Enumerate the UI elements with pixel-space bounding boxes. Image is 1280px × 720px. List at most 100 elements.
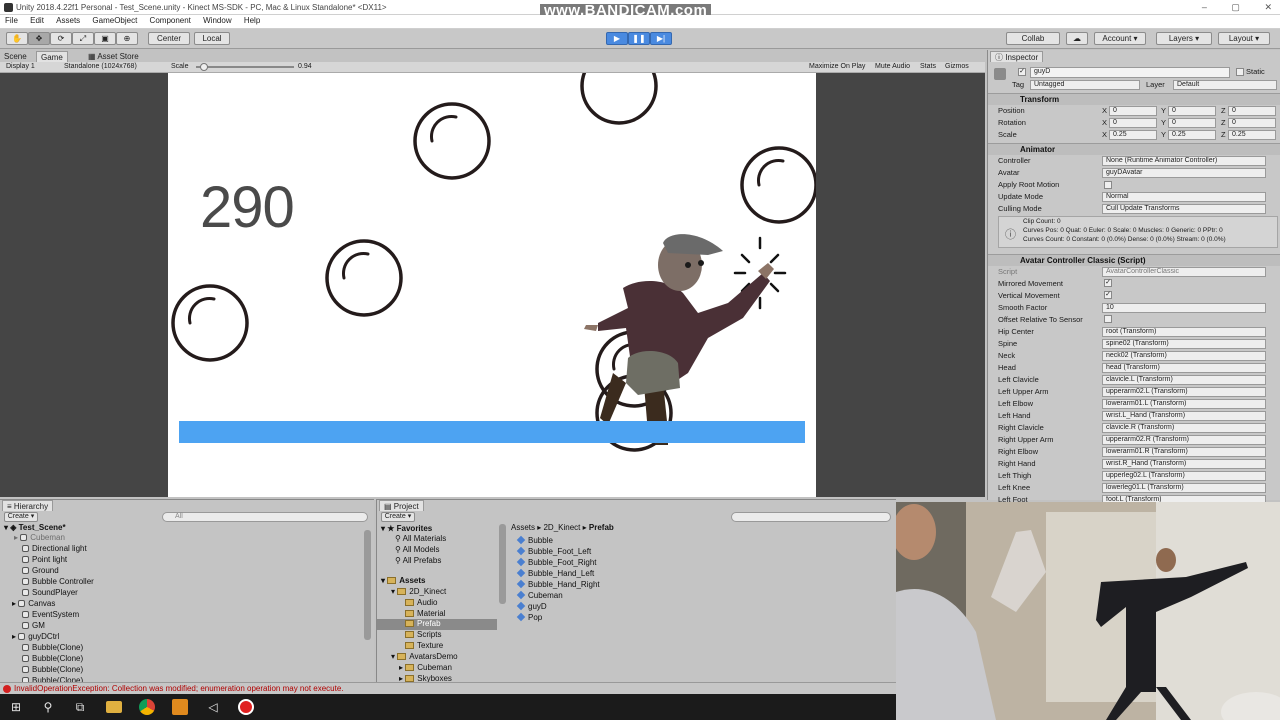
asset-item[interactable]: Pop: [516, 612, 542, 623]
scale-slider-handle[interactable]: [200, 63, 208, 71]
hierarchy-item[interactable]: Directional light: [22, 544, 87, 554]
hierarchy-item[interactable]: GM: [22, 621, 45, 631]
chrome-icon[interactable]: [139, 699, 155, 715]
bone-field-spine[interactable]: spine02 (Transform): [1102, 339, 1266, 349]
menu-file[interactable]: File: [0, 15, 23, 25]
bone-field-right-clavicle[interactable]: clavicle.R (Transform): [1102, 423, 1266, 433]
pivot-local-button[interactable]: Local: [194, 32, 230, 45]
rect-tool-button[interactable]: ▣: [94, 32, 116, 45]
bone-field-left-clavicle[interactable]: clavicle.L (Transform): [1102, 375, 1266, 385]
asset-item[interactable]: guyD: [516, 601, 547, 612]
rotation-x-field[interactable]: 0: [1109, 118, 1157, 128]
hierarchy-item[interactable]: ▸ Cubeman: [14, 533, 65, 543]
menu-help[interactable]: Help: [239, 15, 265, 25]
menu-edit[interactable]: Edit: [25, 15, 49, 25]
bone-field-neck[interactable]: neck02 (Transform): [1102, 351, 1266, 361]
asset-item[interactable]: Bubble_Foot_Left: [516, 546, 591, 557]
hierarchy-item[interactable]: Bubble(Clone): [22, 654, 83, 664]
hierarchy-item[interactable]: Ground: [22, 566, 59, 576]
hierarchy-scrollbar[interactable]: [364, 530, 371, 640]
hierarchy-item[interactable]: Bubble(Clone): [22, 665, 83, 675]
hierarchy-item[interactable]: EventSystem: [22, 610, 79, 620]
favorite-item[interactable]: ⚲ All Materials: [395, 534, 446, 544]
search-icon[interactable]: ⚲: [40, 699, 56, 715]
tab-game[interactable]: Game: [36, 51, 68, 62]
menu-assets[interactable]: Assets: [51, 15, 85, 25]
bone-field-head[interactable]: head (Transform): [1102, 363, 1266, 373]
cloud-button[interactable]: ☁: [1066, 32, 1088, 45]
bone-field-left-upper-arm[interactable]: upperarm02.L (Transform): [1102, 387, 1266, 397]
menu-component[interactable]: Component: [145, 15, 196, 25]
transform-header[interactable]: Transform: [988, 93, 1280, 105]
tag-dropdown[interactable]: Untagged: [1030, 80, 1140, 90]
folder-item[interactable]: Texture: [405, 641, 443, 651]
tab-inspector[interactable]: ⓘ Inspector: [990, 51, 1044, 62]
rotation-y-field[interactable]: 0: [1168, 118, 1216, 128]
position-z-field[interactable]: 0: [1228, 106, 1276, 116]
position-y-field[interactable]: 0: [1168, 106, 1216, 116]
collab-button[interactable]: Collab: [1006, 32, 1060, 45]
move-tool-button[interactable]: ✥: [28, 32, 50, 45]
hierarchy-create-button[interactable]: Create ▾: [4, 512, 38, 522]
object-name-input[interactable]: guyD: [1030, 67, 1230, 78]
hierarchy-item[interactable]: Bubble(Clone): [22, 643, 83, 653]
asset-item[interactable]: Bubble_Hand_Left: [516, 568, 594, 579]
step-button[interactable]: ▶|: [650, 32, 672, 45]
hierarchy-search-input[interactable]: All: [162, 512, 368, 522]
rotate-tool-button[interactable]: ⟳: [50, 32, 72, 45]
menu-gameobject[interactable]: GameObject: [87, 15, 142, 25]
file-explorer-icon[interactable]: [106, 701, 122, 713]
folder-item[interactable]: ▸ Cubeman: [399, 663, 452, 673]
project-create-button[interactable]: Create ▾: [381, 512, 415, 522]
asset-item[interactable]: Cubeman: [516, 590, 563, 601]
favorite-item[interactable]: ⚲ All Prefabs: [395, 556, 441, 566]
game-canvas[interactable]: 290: [168, 73, 816, 497]
folder-item[interactable]: Audio: [405, 598, 437, 608]
update-mode-dropdown[interactable]: Normal: [1102, 192, 1266, 202]
folder-item[interactable]: Material: [405, 609, 445, 619]
bandicam-record-icon[interactable]: [238, 699, 254, 715]
unity-icon[interactable]: ◁: [205, 699, 221, 715]
tab-hierarchy[interactable]: ≡ Hierarchy: [2, 500, 54, 511]
scale-slider[interactable]: [196, 66, 294, 68]
culling-mode-dropdown[interactable]: Cull Update Transforms: [1102, 204, 1266, 214]
favorite-item[interactable]: ⚲ All Models: [395, 545, 440, 555]
sublime-icon[interactable]: [172, 699, 188, 715]
bone-field-left-knee[interactable]: lowerleg01.L (Transform): [1102, 483, 1266, 493]
pivot-center-button[interactable]: Center: [148, 32, 190, 45]
folder-item[interactable]: ▾ 2D_Kinect: [391, 587, 446, 597]
bone-field-left-hand[interactable]: wrist.L_Hand (Transform): [1102, 411, 1266, 421]
scale-x-field[interactable]: 0.25: [1109, 130, 1157, 140]
menu-window[interactable]: Window: [198, 15, 236, 25]
avatar-field[interactable]: guyDAvatar: [1102, 168, 1266, 178]
account-dropdown[interactable]: Account ▾: [1094, 32, 1146, 45]
bone-field-left-elbow[interactable]: lowerarm01.L (Transform): [1102, 399, 1266, 409]
resolution-dropdown[interactable]: Standalone (1024x768): [64, 63, 137, 70]
scale-z-field[interactable]: 0.25: [1228, 130, 1276, 140]
project-search-input[interactable]: [731, 512, 891, 522]
stats-toggle[interactable]: Stats: [920, 63, 936, 70]
hierarchy-item[interactable]: Point light: [22, 555, 67, 565]
apply-root-motion-checkbox[interactable]: [1104, 181, 1112, 189]
display-dropdown[interactable]: Display 1: [6, 63, 35, 70]
hand-tool-button[interactable]: ✋: [6, 32, 28, 45]
controller-field[interactable]: None (Runtime Animator Controller): [1102, 156, 1266, 166]
layer-dropdown[interactable]: Default: [1173, 80, 1277, 90]
transform-tool-button[interactable]: ⊕: [116, 32, 138, 45]
folder-item[interactable]: Scripts: [405, 630, 441, 640]
bone-field-right-upper-arm[interactable]: upperarm02.R (Transform): [1102, 435, 1266, 445]
maximize-on-play-toggle[interactable]: Maximize On Play: [809, 63, 865, 70]
scene-root[interactable]: ▾ ◈ Test_Scene*: [4, 523, 66, 533]
layers-dropdown[interactable]: Layers ▾: [1156, 32, 1212, 45]
breadcrumb-item[interactable]: Prefab: [589, 523, 614, 532]
assets-root[interactable]: ▾ Assets: [381, 576, 426, 586]
bone-field-left-thigh[interactable]: upperleg02.L (Transform): [1102, 471, 1266, 481]
smooth-factor-field[interactable]: 10: [1102, 303, 1266, 313]
window-controls[interactable]: – ▢ ✕: [1202, 2, 1272, 13]
bone-field-right-hand[interactable]: wrist.R_Hand (Transform): [1102, 459, 1266, 469]
scale-y-field[interactable]: 0.25: [1168, 130, 1216, 140]
console-status-bar[interactable]: InvalidOperationException: Collection wa…: [0, 682, 896, 694]
avatar-controller-header[interactable]: Avatar Controller Classic (Script): [988, 254, 1280, 266]
layout-dropdown[interactable]: Layout ▾: [1218, 32, 1270, 45]
vertical-movement-checkbox[interactable]: ✓: [1104, 291, 1112, 299]
